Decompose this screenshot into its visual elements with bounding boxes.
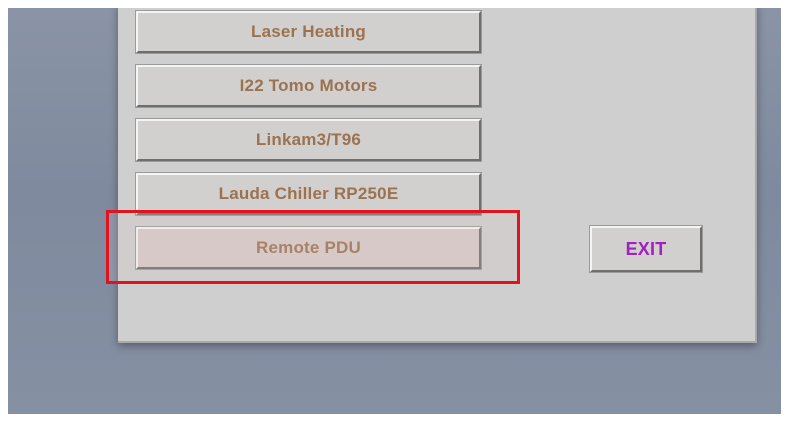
laser-heating-button[interactable]: Laser Heating (135, 10, 482, 54)
exit-button[interactable]: EXIT (589, 225, 703, 273)
linkam3-t96-button[interactable]: Linkam3/T96 (135, 118, 482, 162)
launcher-window: Laser Heating I22 Tomo Motors Linkam3/T9… (118, 8, 757, 343)
remote-pdu-button[interactable]: Remote PDU (135, 226, 482, 270)
desktop-background: Laser Heating I22 Tomo Motors Linkam3/T9… (8, 8, 781, 414)
lauda-chiller-button[interactable]: Lauda Chiller RP250E (135, 172, 482, 216)
i22-tomo-motors-button[interactable]: I22 Tomo Motors (135, 64, 482, 108)
